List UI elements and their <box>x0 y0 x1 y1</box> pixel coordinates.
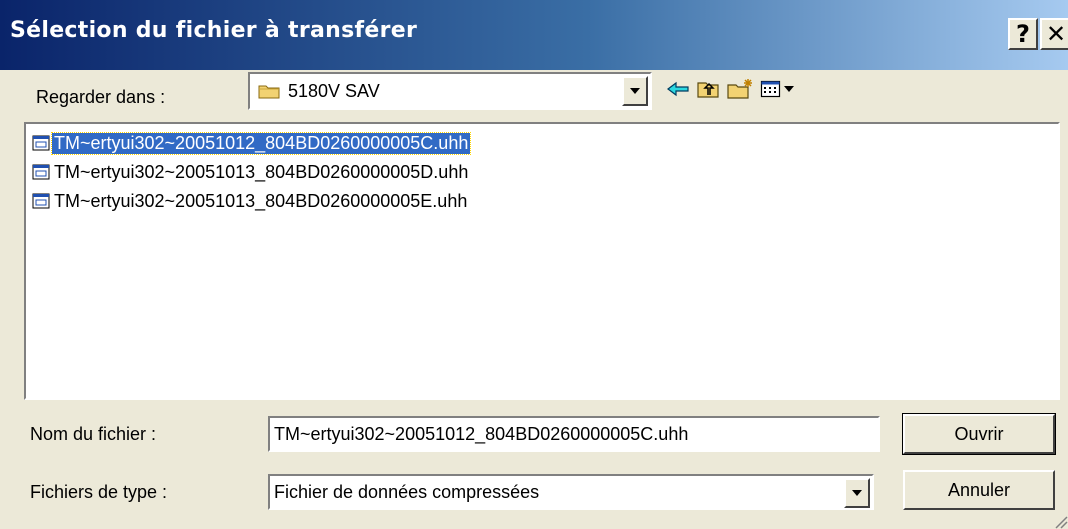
folder-icon <box>258 85 280 99</box>
chevron-down-icon <box>852 490 862 496</box>
window-title: Sélection du fichier à transférer <box>10 18 418 43</box>
view-menu-button[interactable] <box>758 76 798 102</box>
file-icon <box>32 135 50 151</box>
new-folder-button[interactable] <box>726 76 754 102</box>
filename-input[interactable]: TM~ertyui302~20051012_804BD0260000005C.u… <box>268 416 880 452</box>
open-button[interactable]: Ouvrir <box>902 413 1056 455</box>
view-menu-icon <box>760 80 794 98</box>
file-item[interactable]: TM~ertyui302~20051013_804BD0260000005D.u… <box>32 159 470 185</box>
chevron-down-icon <box>630 88 640 94</box>
close-button[interactable]: ✕ <box>1040 18 1068 50</box>
cancel-button[interactable]: Annuler <box>903 470 1055 510</box>
look-in-label: Regarder dans : <box>36 87 166 107</box>
file-icon <box>32 164 50 180</box>
filetype-select[interactable]: Fichier de données compressées <box>268 474 874 510</box>
file-name: TM~ertyui302~20051013_804BD0260000005E.u… <box>54 190 468 211</box>
filetype-dropdown-button[interactable] <box>844 478 870 508</box>
file-item[interactable]: TM~ertyui302~20051013_804BD0260000005E.u… <box>32 188 469 214</box>
new-folder-icon <box>727 79 752 99</box>
back-button[interactable] <box>664 76 692 102</box>
filename-value: TM~ertyui302~20051012_804BD0260000005C.u… <box>274 424 689 444</box>
file-name: TM~ertyui302~20051012_804BD0260000005C.u… <box>50 131 472 155</box>
file-item[interactable]: TM~ertyui302~20051012_804BD0260000005C.u… <box>32 130 472 156</box>
help-button[interactable]: ? <box>1008 18 1038 50</box>
file-icon <box>32 193 50 209</box>
resize-grip-icon[interactable] <box>1052 513 1068 529</box>
look-in-value: 5180V SAV <box>288 81 380 101</box>
file-name: TM~ertyui302~20051013_804BD0260000005D.u… <box>54 161 469 182</box>
look-in-combo[interactable]: 5180V SAV <box>248 72 652 110</box>
filetype-label: Fichiers de type : <box>30 482 168 502</box>
file-open-dialog: Sélection du fichier à transférer ? ✕ Re… <box>0 0 1068 529</box>
filename-label: Nom du fichier : <box>30 424 157 444</box>
back-arrow-icon <box>667 81 689 97</box>
filetype-value: Fichier de données compressées <box>274 482 540 502</box>
look-in-dropdown-button[interactable] <box>622 76 648 106</box>
up-folder-button[interactable] <box>694 76 722 102</box>
file-list[interactable]: TM~ertyui302~20051012_804BD0260000005C.u… <box>24 122 1060 400</box>
up-folder-icon <box>697 82 719 98</box>
title-bar[interactable]: Sélection du fichier à transférer ? ✕ <box>0 0 1068 70</box>
